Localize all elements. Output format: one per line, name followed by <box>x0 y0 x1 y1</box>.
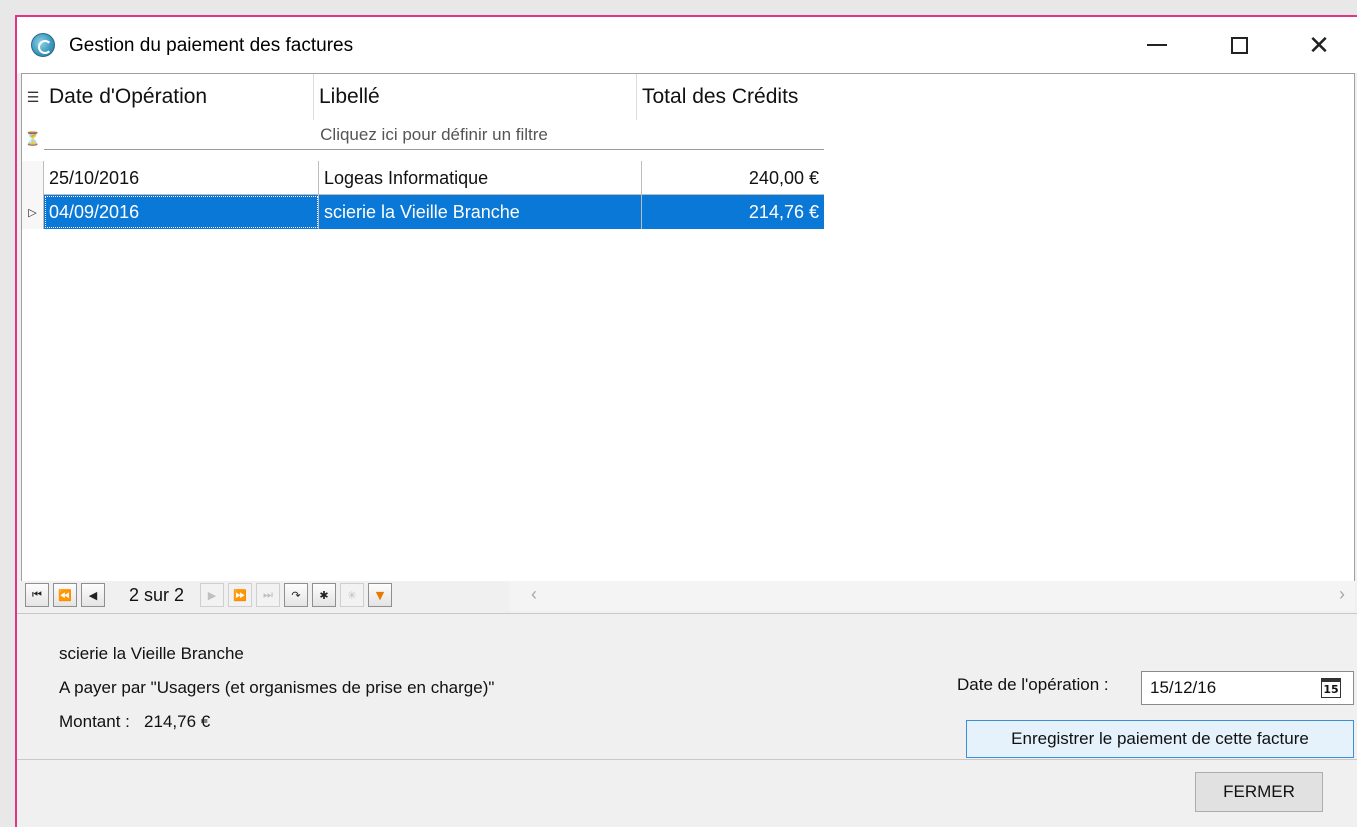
record-position: 2 sur 2 <box>129 585 185 605</box>
table-row[interactable]: 25/10/2016 Logeas Informatique 240,00 € <box>22 161 824 195</box>
next-page-button[interactable]: ⏩ <box>228 583 252 607</box>
cell-total[interactable]: 214,76 € <box>642 195 824 229</box>
first-record-button[interactable]: ⏮ <box>25 583 49 607</box>
column-header-total[interactable]: Total des Crédits <box>637 74 824 120</box>
calendar-icon: 15 <box>1321 678 1341 698</box>
row-selector[interactable] <box>22 161 44 195</box>
prev-icon: ◀ <box>88 588 98 602</box>
grid-rows: 25/10/2016 Logeas Informatique 240,00 € … <box>22 161 824 229</box>
first-icon: ⏮ <box>32 588 42 601</box>
table-row-selected[interactable]: ▷ 04/09/2016 scierie la Vieille Branche … <box>22 195 824 229</box>
previous-record-button[interactable]: ◀ <box>81 583 105 607</box>
minimize-button[interactable] <box>1127 17 1187 73</box>
payment-window: Gestion du paiement des factures ✕ ☰ Dat… <box>15 15 1357 827</box>
column-header-date[interactable]: Date d'Opération <box>44 74 314 120</box>
close-button[interactable]: FERMER <box>1195 772 1323 812</box>
cell-total[interactable]: 240,00 € <box>642 161 824 195</box>
minimize-icon <box>1147 44 1167 46</box>
cell-label[interactable]: scierie la Vieille Branche <box>319 195 642 229</box>
delete-record-button[interactable]: ✳ <box>340 583 364 607</box>
title-bar[interactable]: Gestion du paiement des factures ✕ <box>17 17 1357 73</box>
calendar-button[interactable]: 15 <box>1317 675 1345 701</box>
filter-icon: ▼ <box>375 588 385 602</box>
screen-backdrop-left <box>0 0 15 827</box>
cell-date[interactable]: 25/10/2016 <box>44 161 319 195</box>
close-window-button[interactable]: ✕ <box>1289 17 1349 73</box>
amount-line: Montant : 214,76 € <box>59 712 211 731</box>
filter-row[interactable]: ⏳ Cliquez ici pour définir un filtre <box>22 120 824 150</box>
payment-details-panel: scierie la Vieille Branche A payer par "… <box>17 613 1357 759</box>
supplier-name: scierie la Vieille Branche <box>59 644 244 663</box>
column-header-label[interactable]: Libellé <box>314 74 637 120</box>
payer-line: A payer par "Usagers (et organismes de p… <box>59 678 495 697</box>
previous-page-button[interactable]: ⏪ <box>53 583 77 607</box>
refresh-icon: ↷ <box>291 588 301 602</box>
save-payment-button[interactable]: Enregistrer le paiement de cette facture <box>966 720 1354 758</box>
screen-backdrop-top <box>0 0 1357 15</box>
scroll-left-icon[interactable]: ‹ <box>531 584 537 605</box>
filter-button[interactable]: ▼ <box>368 583 392 607</box>
next-icon: ▶ <box>207 588 217 602</box>
next-page-icon: ⏩ <box>233 588 247 602</box>
last-record-button[interactable]: ⏭ <box>256 583 280 607</box>
operation-date-label: Date de l'opération : <box>957 675 1109 694</box>
filter-hint[interactable]: Cliquez ici pour définir un filtre <box>44 120 824 150</box>
refresh-button[interactable]: ↷ <box>284 583 308 607</box>
next-record-button[interactable]: ▶ <box>200 583 224 607</box>
close-icon: ✕ <box>1308 30 1330 60</box>
add-record-button[interactable]: ✱ <box>312 583 336 607</box>
filter-row-icon: ⏳ <box>24 131 42 146</box>
dialog-footer: FERMER <box>17 759 1357 827</box>
prev-page-icon: ⏪ <box>58 588 72 602</box>
last-icon: ⏭ <box>263 588 273 601</box>
scroll-right-icon[interactable]: › <box>1339 584 1345 605</box>
horizontal-scrollbar[interactable]: ‹ › <box>509 581 1355 611</box>
window-title: Gestion du paiement des factures <box>69 35 354 56</box>
cell-date[interactable]: 04/09/2016 <box>44 195 319 229</box>
operation-date-value: 15/12/16 <box>1150 678 1217 697</box>
maximize-button[interactable] <box>1209 17 1269 73</box>
grid-navigator: ⏮ ⏪ ◀ 2 sur 2 ▶ ⏩ ⏭ ↷ ✱ ✳ ▼ ‹ › <box>21 581 1355 611</box>
grid-header: ☰ Date d'Opération Libellé Total des Cré… <box>22 74 824 120</box>
app-icon <box>31 33 55 57</box>
delete-icon: ✳ <box>347 588 357 602</box>
invoice-grid[interactable]: ☰ Date d'Opération Libellé Total des Cré… <box>21 73 1355 599</box>
add-icon: ✱ <box>319 588 329 602</box>
maximize-icon <box>1230 36 1248 54</box>
current-row-indicator-icon[interactable]: ▷ <box>22 195 44 229</box>
column-chooser-icon[interactable]: ☰ <box>22 74 44 120</box>
cell-label[interactable]: Logeas Informatique <box>319 161 642 195</box>
